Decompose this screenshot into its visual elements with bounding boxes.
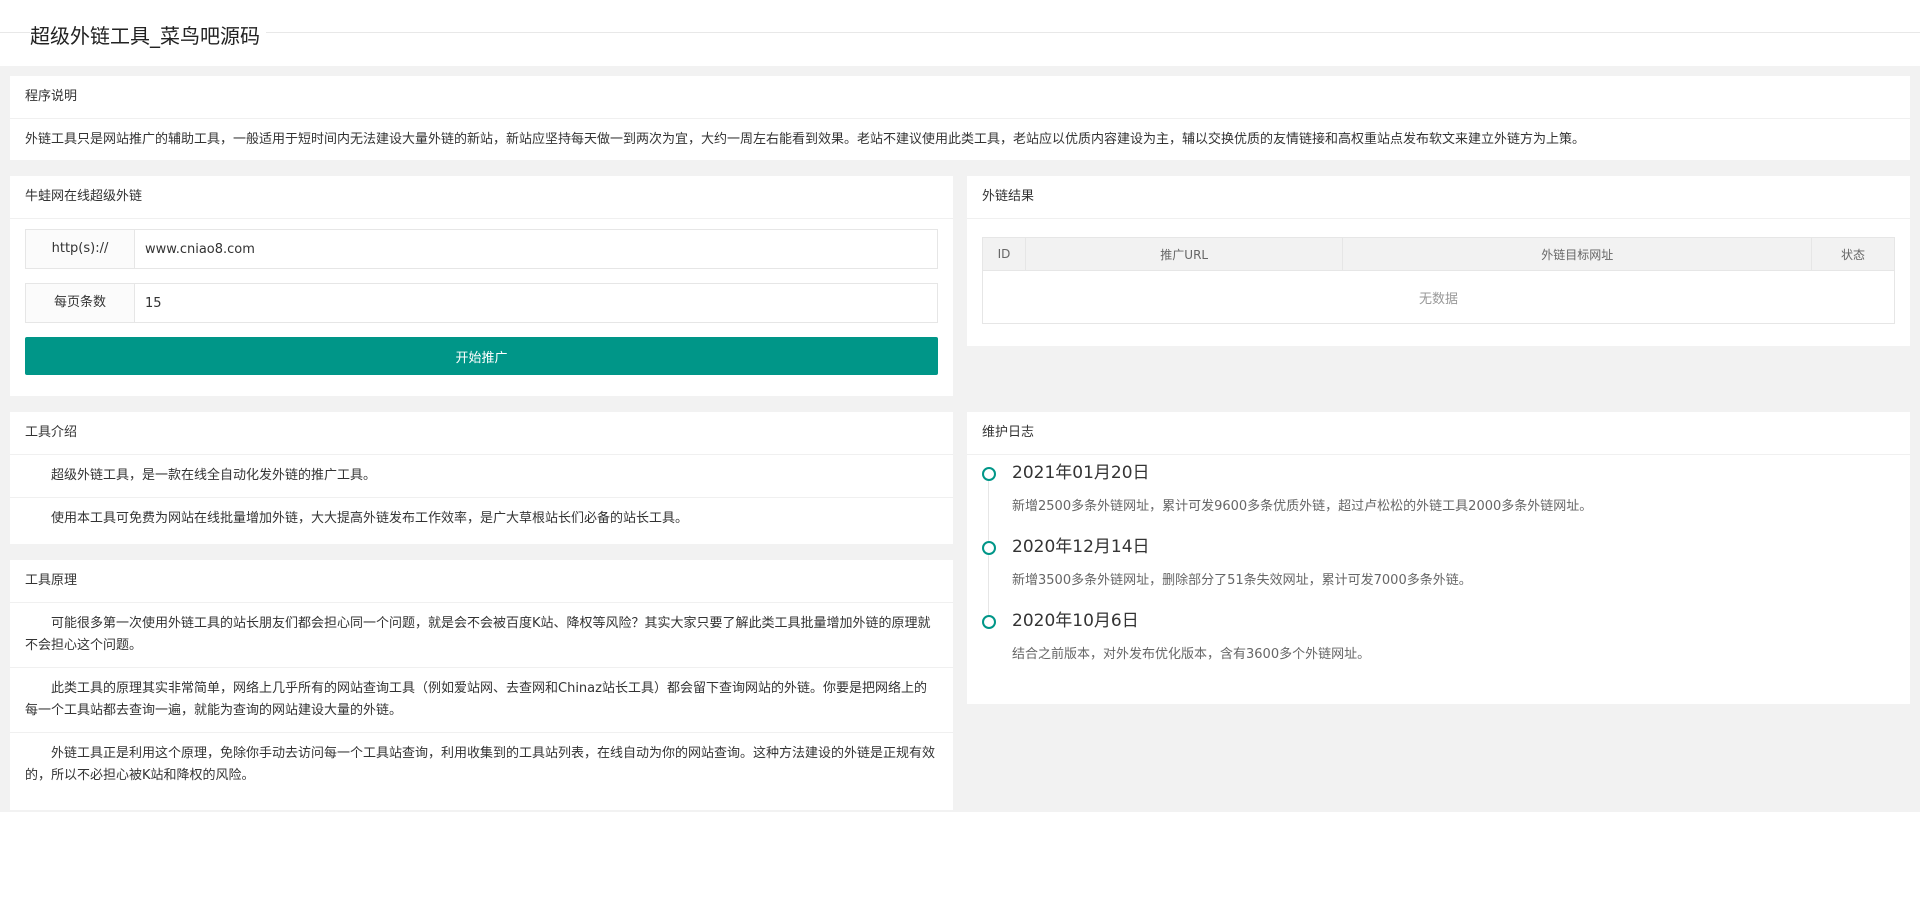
timeline: 2021年01月20日 新增2500多条外链网址，累计可发9600多条优质外链，… (967, 455, 1910, 683)
program-description-card: 程序说明 外链工具只是网站推广的辅助工具，一般适用于短时间内无法建设大量外链的新… (10, 76, 1910, 160)
principle-paragraph: 外链工具正是利用这个原理，免除你手动去访问每一个工具站查询，利用收集到的工具站列… (25, 746, 936, 783)
card-heading: 工具介绍 (10, 412, 953, 455)
column-header-id[interactable]: ID (982, 237, 1026, 271)
empty-placeholder: 无数据 (982, 270, 1895, 324)
count-label: 每页条数 (26, 284, 135, 322)
tool-intro-paragraph: 超级外链工具，是一款在线全自动化发外链的推广工具。 (10, 455, 953, 498)
result-table: ID 推广URL 外链目标网址 状态 无数据 (982, 237, 1895, 324)
title-divider (0, 32, 1920, 33)
card-heading: 维护日志 (967, 412, 1910, 455)
tool-intro-card: 工具介绍 超级外链工具，是一款在线全自动化发外链的推广工具。 使用本工具可免费为… (10, 412, 953, 544)
column-header-status[interactable]: 状态 (1811, 237, 1895, 271)
promotion-form-card: 牛蛙网在线超级外链 http(s):// 每页条数 开始推广 (10, 176, 953, 396)
timeline-connector (988, 555, 989, 615)
timeline-text: 结合之前版本，对外发布优化版本，含有3600多个外链网址。 (1012, 647, 1371, 662)
timeline-date: 2021年01月20日 (1012, 463, 1150, 483)
column-header-target[interactable]: 外链目标网址 (1342, 237, 1812, 271)
timeline-dot-icon (982, 615, 996, 629)
timeline-date: 2020年12月14日 (1012, 537, 1150, 557)
top-bar: 超级外链工具_菜鸟吧源码 (0, 0, 1920, 66)
start-promotion-button[interactable]: 开始推广 (25, 337, 938, 375)
tool-intro-paragraph: 使用本工具可免费为网站在线批量增加外链，大大提高外链发布工作效率，是广大草根站长… (51, 511, 689, 526)
timeline-text: 新增3500多条外链网址，删除部分了51条失效网址，累计可发7000多条外链。 (1012, 573, 1472, 588)
maintenance-log-card: 维护日志 2021年01月20日 新增2500多条外链网址，累计可发9600多条… (967, 412, 1910, 704)
timeline-dot-icon (982, 467, 996, 481)
program-description-text: 外链工具只是网站推广的辅助工具，一般适用于短时间内无法建设大量外链的新站，新站应… (25, 132, 1586, 147)
principle-paragraph: 此类工具的原理其实非常简单，网络上几乎所有的网站查询工具（例如爱站网、去查网和C… (10, 668, 953, 733)
card-heading: 牛蛙网在线超级外链 (10, 176, 953, 219)
timeline-text: 新增2500多条外链网址，累计可发9600多条优质外链，超过卢松松的外链工具20… (1012, 499, 1593, 514)
url-input[interactable] (135, 230, 937, 268)
url-protocol-label: http(s):// (26, 230, 135, 268)
timeline-connector (988, 481, 989, 541)
timeline-item: 2020年12月14日 新增3500多条外链网址，删除部分了51条失效网址，累计… (982, 535, 1895, 615)
card-heading: 工具原理 (10, 560, 953, 603)
timeline-date: 2020年10月6日 (1012, 611, 1139, 631)
timeline-item: 2020年10月6日 结合之前版本，对外发布优化版本，含有3600多个外链网址。 (982, 609, 1895, 683)
main-area: 程序说明 外链工具只是网站推广的辅助工具，一般适用于短时间内无法建设大量外链的新… (0, 66, 1920, 812)
timeline-dot-icon (982, 541, 996, 555)
count-row: 每页条数 (25, 283, 938, 323)
card-heading: 程序说明 (10, 76, 1910, 119)
principle-paragraph: 可能很多第一次使用外链工具的站长朋友们都会担心同一个问题，就是会不会被百度K站、… (10, 603, 953, 668)
url-row: http(s):// (25, 229, 938, 269)
timeline-item: 2021年01月20日 新增2500多条外链网址，累计可发9600多条优质外链，… (982, 461, 1895, 541)
tool-principle-card: 工具原理 可能很多第一次使用外链工具的站长朋友们都会担心同一个问题，就是会不会被… (10, 560, 953, 810)
card-heading: 外链结果 (967, 176, 1910, 219)
page-title: 超级外链工具_菜鸟吧源码 (30, 20, 266, 49)
count-input[interactable] (135, 284, 937, 322)
result-card: 外链结果 ID 推广URL 外链目标网址 状态 无数据 (967, 176, 1910, 346)
column-header-url[interactable]: 推广URL (1024, 237, 1344, 271)
